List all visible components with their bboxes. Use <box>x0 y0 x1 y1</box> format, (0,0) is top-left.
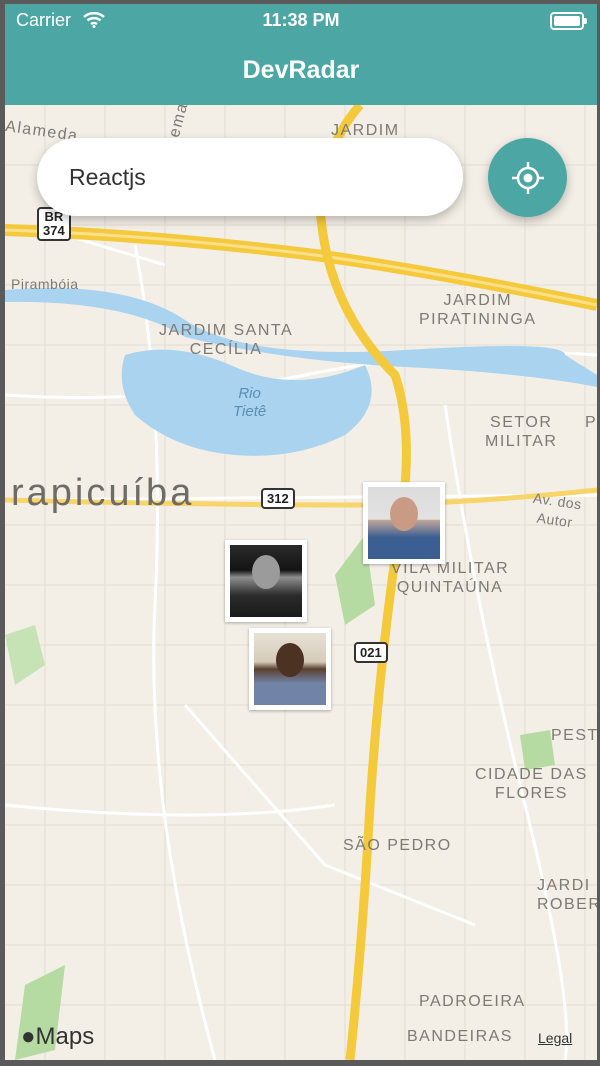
apple-icon: ● <box>21 1023 36 1050</box>
neighborhood-label: JARDIM SANTA CECÍLIA <box>159 322 294 358</box>
status-time: 11:38 PM <box>262 10 340 30</box>
page-title: DevRadar <box>242 56 360 84</box>
dev-marker[interactable] <box>249 628 331 710</box>
neighborhood-label: CIDADE DAS FLORES <box>475 766 588 802</box>
my-location-icon <box>512 162 544 194</box>
maps-attribution: ●Maps <box>21 1023 94 1051</box>
neighborhood-label: PADROEIRA <box>419 993 526 1010</box>
status-bar: Carrier 11:38 PM <box>5 10 597 34</box>
dev-marker[interactable] <box>363 482 445 564</box>
neighborhood-label: SETOR MILITAR <box>485 414 558 450</box>
dev-avatar <box>368 487 440 559</box>
map-view[interactable]: Alameda cema Pirambóia Av. dos Autor BR … <box>5 101 597 1060</box>
app-screen: Carrier 11:38 PM DevRadar Alameda cema P… <box>5 4 597 1060</box>
dev-marker[interactable] <box>225 540 307 622</box>
city-label: rapicuíba <box>11 472 195 514</box>
road-label: Pirambóia <box>11 276 79 292</box>
dev-avatar <box>230 545 302 617</box>
search-input[interactable] <box>37 138 463 216</box>
legal-link[interactable]: Legal <box>538 1030 572 1046</box>
neighborhood-label: P <box>585 414 597 431</box>
battery-icon <box>550 12 587 30</box>
lake-label: Rio Tietê <box>233 385 267 420</box>
neighborhood-label: SÃO PEDRO <box>343 837 452 854</box>
dev-avatar <box>254 633 326 705</box>
neighborhood-label: JARDI ROBERT <box>537 877 597 913</box>
route-shield: 021 <box>354 642 388 663</box>
neighborhood-label: VILA MILITAR QUINTAÚNA <box>391 560 510 596</box>
locate-button[interactable] <box>488 138 567 217</box>
route-shield: 312 <box>261 488 295 509</box>
neighborhood-label: PEST <box>551 727 597 744</box>
maps-logo-text: Maps <box>35 1023 95 1050</box>
neighborhood-label: BANDEIRAS <box>407 1028 513 1045</box>
app-header: Carrier 11:38 PM DevRadar <box>5 4 597 105</box>
neighborhood-label: JARDIM PIRATININGA <box>419 292 537 328</box>
